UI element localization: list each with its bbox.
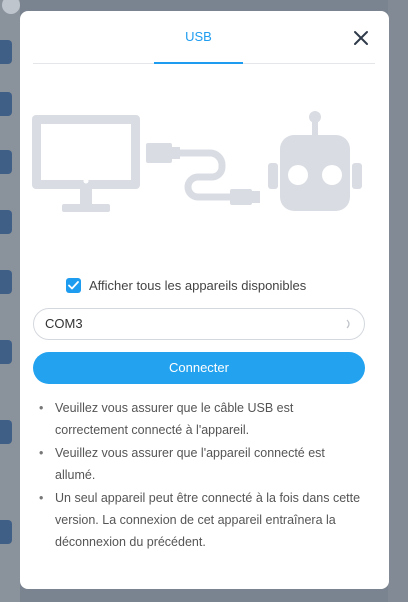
background-tab <box>0 420 12 444</box>
show-all-devices-label: Afficher tous les appareils disponibles <box>89 277 307 293</box>
robot-icon <box>268 111 362 211</box>
background-tab <box>0 210 12 234</box>
chevron-icon <box>346 319 350 329</box>
connect-button[interactable]: Connecter <box>33 352 365 384</box>
show-all-devices-checkbox[interactable] <box>66 277 81 293</box>
usb-connection-illustration <box>32 111 362 212</box>
check-icon <box>68 280 79 289</box>
computer-monitor-icon <box>32 115 140 212</box>
background-badge <box>2 0 20 14</box>
instruction-item: Veuillez vous assurer que le câble USB e… <box>33 397 363 441</box>
connection-modal: USB Afficher tous les appareils disponib… <box>20 11 389 589</box>
instructions-list: Veuillez vous assurer que le câble USB e… <box>33 397 363 554</box>
tab-usb[interactable]: USB <box>154 11 243 64</box>
instruction-item: Un seul appareil peut être connecté à la… <box>33 487 363 553</box>
background-app-right <box>388 0 408 602</box>
background-tab <box>0 40 12 64</box>
background-tab <box>0 92 12 116</box>
background-tab <box>0 270 12 294</box>
background-tab <box>0 340 12 364</box>
port-select[interactable]: COM3 <box>33 308 365 340</box>
instruction-item: Veuillez vous assurer que l'appareil con… <box>33 442 363 486</box>
show-all-devices-row: Afficher tous les appareils disponibles <box>66 275 306 295</box>
background-app-sidebar <box>0 0 20 602</box>
background-tab <box>0 520 12 544</box>
close-icon[interactable] <box>350 27 372 49</box>
background-tab <box>0 150 12 174</box>
usb-cable-icon <box>146 143 260 205</box>
tab-bar: USB <box>33 11 375 64</box>
port-select-value: COM3 <box>45 316 83 331</box>
